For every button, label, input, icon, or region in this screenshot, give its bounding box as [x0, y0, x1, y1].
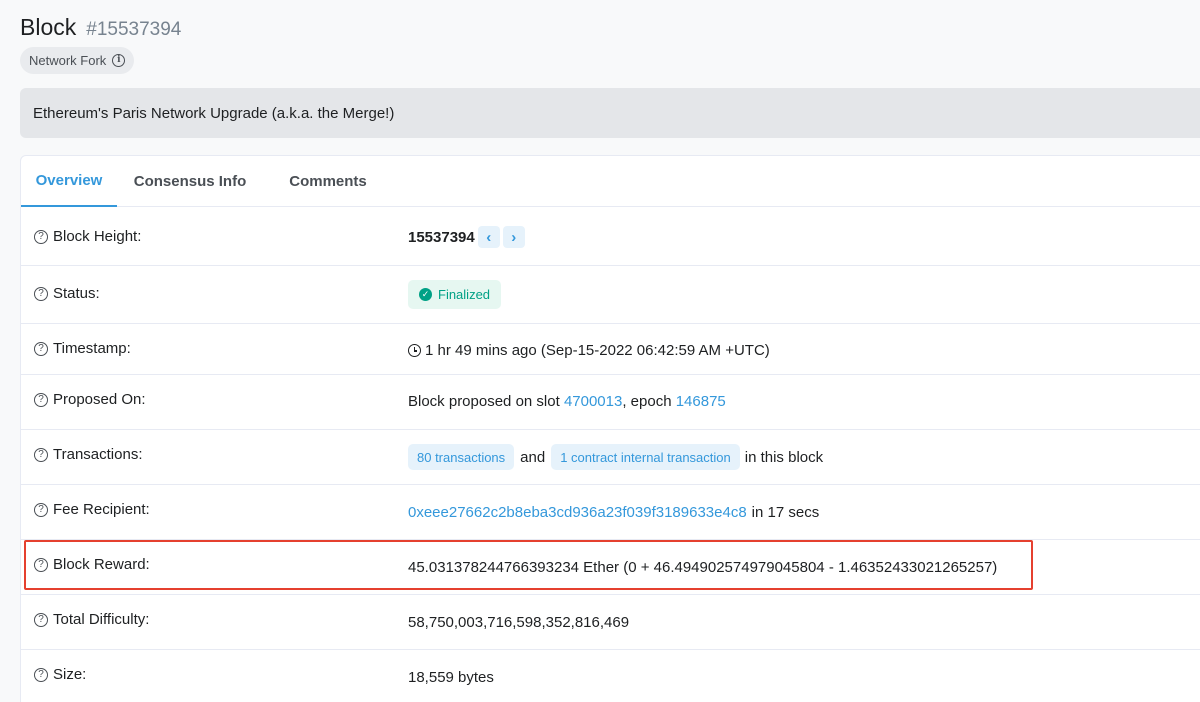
help-icon[interactable]: ? [34, 502, 48, 517]
row-proposed-on: ? Proposed On: Block proposed on slot 47… [21, 375, 1200, 430]
block-reward-value: 45.031378244766393234 Ether (0 + 46.4949… [408, 559, 998, 576]
block-height-label: ? Block Height: [34, 228, 141, 245]
slot-link[interactable]: 4700013 [564, 393, 622, 410]
block-height-number: 15537394 [408, 228, 475, 246]
tab-consensus-info[interactable]: Consensus Info [125, 156, 255, 207]
block-details-card: Overview Consensus Info Comments ? Block… [20, 155, 1200, 702]
tab-overview[interactable]: Overview [21, 156, 117, 207]
proposed-on-label: ? Proposed On: [34, 391, 146, 408]
timestamp-value: 1 hr 49 mins ago (Sep-15-2022 06:42:59 A… [408, 342, 770, 359]
epoch-link[interactable]: 146875 [676, 393, 726, 410]
previous-block-button[interactable]: ‹ [477, 226, 500, 248]
status-value: ✓ Finalized [408, 280, 502, 309]
timestamp-label: ? Timestamp: [34, 340, 131, 357]
row-fee-recipient: ? Fee Recipient: 0xeee27662c2b8eba3cd936… [21, 485, 1200, 540]
help-icon[interactable]: ? [34, 392, 48, 407]
help-icon[interactable]: ? [34, 447, 48, 462]
page-header: Block #15537394 [20, 14, 181, 41]
help-icon[interactable]: ? [34, 341, 48, 356]
row-total-difficulty: ? Total Difficulty: 58,750,003,716,598,3… [21, 595, 1200, 650]
status-badge: ✓ Finalized [408, 280, 502, 309]
proposed-on-value: Block proposed on slot 4700013 , epoch 1… [408, 393, 726, 410]
merge-banner: Ethereum's Paris Network Upgrade (a.k.a.… [20, 88, 1200, 138]
fee-recipient-address-link[interactable]: 0xeee27662c2b8eba3cd936a23f039f3189633e4… [408, 504, 747, 521]
total-difficulty-value: 58,750,003,716,598,352,816,469 [408, 614, 630, 631]
next-block-button[interactable]: › [502, 226, 525, 248]
transactions-link[interactable]: 80 transactions [408, 444, 515, 470]
clock-icon [408, 344, 421, 357]
info-icon[interactable]: i [112, 54, 126, 67]
tab-bar: Overview Consensus Info Comments [21, 156, 1200, 207]
row-block-reward: ? Block Reward: 45.031378244766393234 Et… [21, 540, 1200, 595]
block-number: #15537394 [86, 19, 182, 40]
size-value: 18,559 bytes [408, 669, 494, 686]
block-height-value: 15537394 ‹ › [408, 226, 525, 248]
row-transactions: ? Transactions: 80 transactions and 1 co… [21, 430, 1200, 485]
network-fork-badge[interactable]: Network Fork i [20, 47, 135, 74]
row-block-height: ? Block Height: 15537394 ‹ › [21, 208, 1200, 266]
check-circle-icon: ✓ [419, 288, 432, 301]
fee-recipient-label: ? Fee Recipient: [34, 501, 150, 518]
page-title: Block [20, 14, 77, 40]
help-icon[interactable]: ? [34, 286, 48, 301]
row-timestamp: ? Timestamp: 1 hr 49 mins ago (Sep-15-20… [21, 324, 1200, 375]
total-difficulty-label: ? Total Difficulty: [34, 611, 149, 628]
block-reward-label: ? Block Reward: [34, 556, 150, 573]
transactions-value: 80 transactions and 1 contract internal … [408, 444, 823, 470]
internal-transactions-link[interactable]: 1 contract internal transaction [551, 444, 740, 470]
help-icon[interactable]: ? [34, 557, 48, 572]
help-icon[interactable]: ? [34, 229, 48, 244]
row-size: ? Size: 18,559 bytes [21, 650, 1200, 702]
network-fork-label: Network Fork [29, 53, 107, 68]
status-label: ? Status: [34, 285, 100, 302]
fee-recipient-value: 0xeee27662c2b8eba3cd936a23f039f3189633e4… [408, 504, 820, 521]
size-label: ? Size: [34, 666, 86, 683]
merge-banner-text: Ethereum's Paris Network Upgrade (a.k.a.… [33, 104, 395, 122]
help-icon[interactable]: ? [34, 612, 48, 627]
tab-comments[interactable]: Comments [278, 156, 378, 207]
row-status: ? Status: ✓ Finalized [21, 266, 1200, 324]
help-icon[interactable]: ? [34, 667, 48, 682]
transactions-label: ? Transactions: [34, 446, 142, 463]
